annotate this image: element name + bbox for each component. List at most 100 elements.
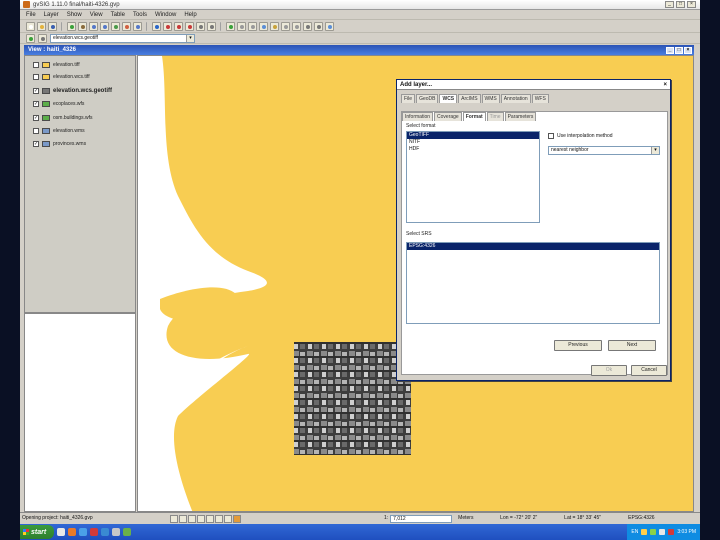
format-option[interactable]: HDF: [407, 146, 539, 153]
view-titlebar[interactable]: View : haiti_4326 _ □ ×: [24, 45, 694, 55]
menu-tools[interactable]: Tools: [133, 12, 147, 18]
quicklaunch-icon[interactable]: [123, 528, 131, 536]
checkbox-box[interactable]: [548, 133, 554, 139]
graphics-icon[interactable]: [259, 21, 268, 31]
raster-icon[interactable]: [281, 21, 290, 31]
language-indicator[interactable]: EN: [631, 529, 638, 535]
tab-wcs[interactable]: WCS: [439, 94, 458, 103]
save-project-icon[interactable]: [48, 21, 57, 31]
dialog-titlebar[interactable]: Add layer... ×: [397, 80, 670, 90]
pan-icon[interactable]: [78, 21, 87, 31]
chevron-down-icon[interactable]: ▾: [186, 34, 194, 42]
table-icon[interactable]: [248, 21, 257, 31]
toc-layer[interactable]: elevation.wms: [33, 126, 85, 136]
start-button[interactable]: start: [20, 525, 54, 539]
measure-area-icon[interactable]: [207, 21, 216, 31]
format-option[interactable]: GeoTIFF: [407, 132, 539, 139]
quicklaunch-icon[interactable]: [90, 528, 98, 536]
srs-list[interactable]: EPSG:4326: [406, 242, 660, 324]
layer-checkbox[interactable]: ✓: [33, 101, 39, 107]
edit-icon[interactable]: [270, 21, 279, 31]
toc-layer[interactable]: ✓ osm.buildings.wfs: [33, 113, 92, 123]
info-icon[interactable]: [152, 21, 161, 31]
zoom-out-icon[interactable]: [100, 21, 109, 31]
format-option[interactable]: NITF: [407, 139, 539, 146]
minimize-button[interactable]: _: [665, 1, 674, 8]
measure-distance-icon[interactable]: [196, 21, 205, 31]
quicklaunch-icon[interactable]: [57, 528, 65, 536]
menu-show[interactable]: Show: [67, 12, 82, 18]
tab-parameters[interactable]: Parameters: [504, 112, 537, 121]
status-tool-icon[interactable]: [170, 514, 178, 523]
toc-layer[interactable]: ✓ provinces.wms: [33, 139, 86, 149]
zoom-in-icon[interactable]: [89, 21, 98, 31]
chevron-down-icon[interactable]: ▾: [651, 147, 659, 154]
close-button[interactable]: ×: [687, 1, 696, 8]
active-layer-select[interactable]: elevation.wcs.geotiff ▾: [50, 33, 195, 43]
hyperlink-icon[interactable]: [226, 21, 235, 31]
scale-input[interactable]: 7,012: [390, 514, 453, 523]
tray-icon[interactable]: [659, 529, 666, 535]
tab-wms[interactable]: WMS: [481, 94, 500, 103]
menu-window[interactable]: Window: [155, 12, 176, 18]
quicklaunch-icon[interactable]: [68, 528, 76, 536]
tray-icon[interactable]: [641, 529, 648, 535]
srs-option[interactable]: EPSG:4326: [407, 243, 659, 250]
status-tool-icon[interactable]: [206, 514, 214, 523]
new-project-icon[interactable]: [26, 21, 35, 31]
status-tool-icon[interactable]: [188, 514, 196, 523]
tray-icon[interactable]: [668, 529, 675, 535]
quicklaunch-icon[interactable]: [101, 528, 109, 536]
tab-format[interactable]: Format: [462, 112, 486, 121]
view-minimize-button[interactable]: _: [666, 46, 674, 54]
select-polygon-icon[interactable]: [185, 21, 194, 31]
export-icon[interactable]: [314, 21, 323, 31]
interpolation-checkbox[interactable]: Use interpolation method: [548, 133, 613, 139]
layer-checkbox[interactable]: ✓: [33, 141, 39, 147]
layer-checkbox[interactable]: ✓: [33, 88, 39, 94]
toc-layer-active[interactable]: ✓ elevation.wcs.geotiff: [33, 86, 112, 96]
tab-annotation[interactable]: Annotation: [500, 94, 531, 103]
status-tool-icon[interactable]: [179, 514, 187, 523]
tab-file[interactable]: File: [401, 94, 416, 103]
help-icon[interactable]: [325, 21, 334, 31]
menu-table[interactable]: Table: [111, 12, 125, 18]
select-icon[interactable]: [163, 21, 172, 31]
cancel-button[interactable]: Cancel: [631, 365, 667, 376]
locator-map[interactable]: [24, 313, 136, 512]
print-icon[interactable]: [303, 21, 312, 31]
tab-arcims[interactable]: ArcIMS: [458, 94, 481, 103]
open-project-icon[interactable]: [37, 21, 46, 31]
toc-layer[interactable]: elevation.wcs.tiff: [33, 72, 90, 82]
maximize-button[interactable]: □: [676, 1, 685, 8]
menu-view[interactable]: View: [90, 12, 103, 18]
next-button[interactable]: Next: [608, 340, 656, 351]
view-maximize-button[interactable]: □: [675, 46, 683, 54]
select-rect-icon[interactable]: [174, 21, 183, 31]
menu-file[interactable]: File: [26, 12, 36, 18]
format-list[interactable]: GeoTIFF NITF HDF: [406, 131, 540, 223]
toc-layer[interactable]: ✓ ecoplaces.wfs: [33, 99, 84, 109]
dialog-close-icon[interactable]: ×: [663, 82, 667, 88]
previous-button[interactable]: Previous: [554, 340, 602, 351]
tab-information[interactable]: Information: [402, 112, 434, 121]
layer-select-icon[interactable]: [26, 33, 35, 43]
view-close-button[interactable]: ×: [684, 46, 692, 54]
quicklaunch-icon[interactable]: [79, 528, 87, 536]
layer-checkbox[interactable]: [33, 62, 39, 68]
layer-checkbox[interactable]: [33, 128, 39, 134]
menu-help[interactable]: Help: [184, 12, 196, 18]
tab-coverage[interactable]: Coverage: [434, 112, 462, 121]
menu-layer[interactable]: Layer: [44, 12, 59, 18]
cad-icon[interactable]: [38, 33, 47, 43]
quicklaunch-icon[interactable]: [112, 528, 120, 536]
layer-checkbox[interactable]: ✓: [33, 115, 39, 121]
layout-icon[interactable]: [292, 21, 301, 31]
interpolation-select[interactable]: nearest neighbor ▾: [548, 146, 660, 155]
layer-checkbox[interactable]: [33, 74, 39, 80]
tab-wfs[interactable]: WFS: [531, 94, 549, 103]
toc-layer[interactable]: elevation.tiff: [33, 60, 80, 70]
zoom-previous-icon[interactable]: [133, 21, 142, 31]
status-tool-icon[interactable]: [224, 514, 232, 523]
status-tool-icon[interactable]: [197, 514, 205, 523]
